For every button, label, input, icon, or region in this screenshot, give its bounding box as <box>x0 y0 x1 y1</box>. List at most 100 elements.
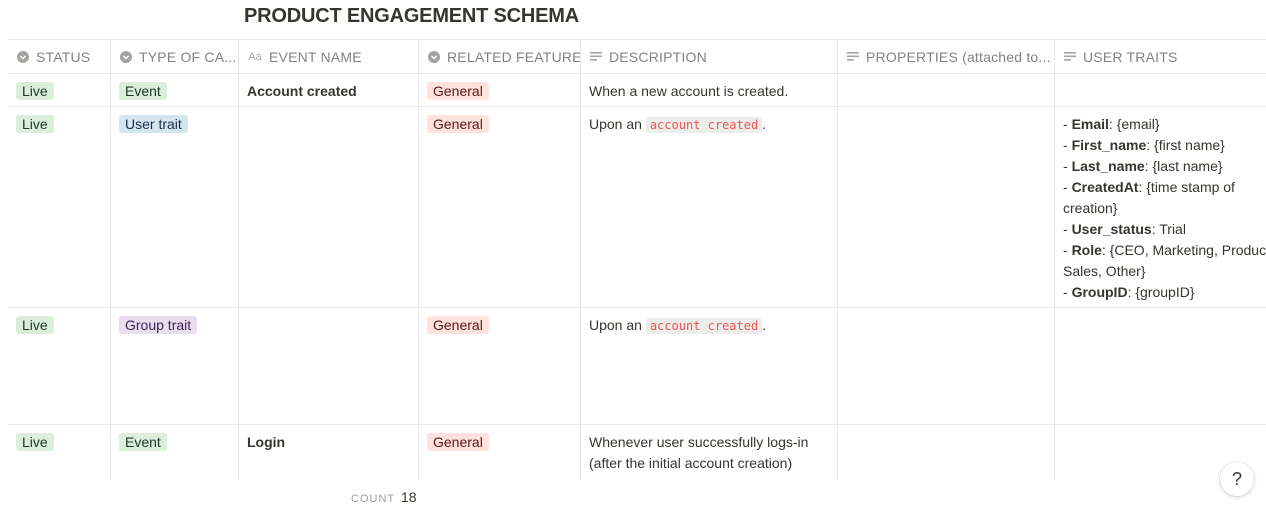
inline-code: account created <box>645 117 763 133</box>
status-tag: Live <box>16 115 54 133</box>
column-related-feature: RELATED FEATURE General General General … <box>419 40 581 480</box>
table-cell-status[interactable]: Live <box>8 425 110 480</box>
column-header-label: USER TRAITS <box>1083 48 1178 65</box>
type-tag: Group trait <box>119 316 198 334</box>
table-cell-type[interactable]: User trait <box>111 107 238 308</box>
select-property-icon <box>427 50 441 64</box>
column-header-event-name[interactable]: Aa EVENT NAME <box>239 40 418 74</box>
table-cell-user-traits[interactable] <box>1055 74 1266 107</box>
trait-key: CreatedAt <box>1071 179 1139 195</box>
trait-line: - User_status: Trial <box>1063 221 1186 237</box>
trait-line: - Role: {CEO, Marketing, Produc <box>1063 242 1266 258</box>
trait-line-continued: creation} <box>1063 200 1118 216</box>
column-header-status[interactable]: STATUS <box>8 40 110 74</box>
table-cell-user-traits[interactable]: - Email: {email} - First_name: {first na… <box>1055 107 1266 308</box>
column-header-label: RELATED FEATURE <box>447 48 580 65</box>
trait-value: : {email} <box>1108 116 1160 132</box>
table-cell-feature[interactable]: General <box>419 74 580 107</box>
table-cell-type[interactable]: Group trait <box>111 308 238 425</box>
table-cell-type[interactable]: Event <box>111 425 238 480</box>
table-cell-description[interactable]: When a new account is created. <box>581 74 837 107</box>
table-cell-feature[interactable]: General <box>419 425 580 480</box>
table-cell-properties[interactable] <box>838 74 1054 107</box>
column-header-description[interactable]: DESCRIPTION <box>581 40 837 74</box>
feature-tag: General <box>427 115 489 133</box>
trait-value: : {CEO, Marketing, Produc <box>1101 242 1266 258</box>
select-property-icon <box>16 50 30 64</box>
status-tag: Live <box>16 82 54 100</box>
column-status: STATUS Live Live Live Live <box>8 40 111 480</box>
trait-line: - Last_name: {last name} <box>1063 158 1223 174</box>
text-property-icon <box>589 50 603 64</box>
table-cell-properties[interactable] <box>838 107 1054 308</box>
feature-tag: General <box>427 433 489 451</box>
feature-tag: General <box>427 82 489 100</box>
trait-key: Last_name <box>1071 158 1145 174</box>
title-property-icon: Aa <box>248 50 262 63</box>
column-description: DESCRIPTION When a new account is create… <box>581 40 838 480</box>
column-type: TYPE OF CA... Event User trait Group tra… <box>111 40 239 480</box>
status-tag: Live <box>16 316 54 334</box>
trait-value: : {last name} <box>1144 158 1223 174</box>
inline-code: account created <box>645 318 763 334</box>
table-cell-event-name[interactable]: Login <box>239 425 418 480</box>
trait-key: Role <box>1071 242 1102 258</box>
trait-line: - First_name: {first name} <box>1063 137 1225 153</box>
table-cell-properties[interactable] <box>838 308 1054 425</box>
trait-value: : {groupID} <box>1127 284 1195 300</box>
trait-value: : {time stamp of <box>1138 179 1235 195</box>
table-cell-type[interactable]: Event <box>111 74 238 107</box>
type-tag: User trait <box>119 115 188 133</box>
table-cell-event-name[interactable] <box>239 107 418 308</box>
trait-line: - GroupID: {groupID} <box>1063 284 1195 300</box>
column-header-label: PROPERTIES (attached to... <box>866 48 1051 65</box>
table-cell-feature[interactable]: General <box>419 107 580 308</box>
description-line: Whenever user successfully logs-in <box>589 434 809 450</box>
trait-value: : {first name} <box>1146 137 1225 153</box>
table-cell-feature[interactable]: General <box>419 308 580 425</box>
column-header-label: STATUS <box>36 48 91 65</box>
page-title: PRODUCT ENGAGEMENT SCHEMA <box>244 5 580 27</box>
column-header-user-traits[interactable]: USER TRAITS <box>1055 40 1266 74</box>
trait-key: First_name <box>1071 137 1147 153</box>
trait-line: - Email: {email} <box>1063 116 1160 132</box>
column-header-properties[interactable]: PROPERTIES (attached to... <box>838 40 1054 74</box>
description-text: . <box>762 116 767 132</box>
status-tag: Live <box>16 433 54 451</box>
type-tag: Event <box>119 82 167 100</box>
column-user-traits: USER TRAITS - Email: {email} - First_nam… <box>1055 40 1266 480</box>
trait-line: - CreatedAt: {time stamp of <box>1063 179 1235 195</box>
table-cell-description[interactable]: Upon an account created. <box>581 107 837 308</box>
table-cell-status[interactable]: Live <box>8 308 110 425</box>
table-cell-event-name[interactable]: Account created <box>239 74 418 107</box>
description-text: . <box>762 317 767 333</box>
table-cell-description[interactable]: Whenever user successfully logs-in (afte… <box>581 425 837 480</box>
help-button[interactable]: ? <box>1220 462 1254 496</box>
trait-value: : Trial <box>1151 221 1186 237</box>
description-text: Upon an <box>589 317 646 333</box>
type-tag: Event <box>119 433 167 451</box>
column-header-related-feature[interactable]: RELATED FEATURE <box>419 40 580 74</box>
trait-key: GroupID <box>1071 284 1128 300</box>
text-property-icon <box>1063 50 1077 64</box>
select-property-icon <box>119 50 133 64</box>
text-property-icon <box>846 50 860 64</box>
description-line: (after the initial account creation) <box>589 455 793 471</box>
trait-line-continued: Sales, Other} <box>1063 263 1146 279</box>
table-cell-status[interactable]: Live <box>8 74 110 107</box>
trait-key: Email <box>1071 116 1109 132</box>
table-cell-status[interactable]: Live <box>8 107 110 308</box>
feature-tag: General <box>427 316 489 334</box>
table-cell-event-name[interactable] <box>239 308 418 425</box>
description-text: Upon an <box>589 116 646 132</box>
column-header-label: TYPE OF CA... <box>139 48 237 65</box>
trait-key: User_status <box>1071 221 1152 237</box>
count-label: COUNT <box>351 493 395 505</box>
table-cell-properties[interactable] <box>838 425 1054 480</box>
column-header-type[interactable]: TYPE OF CA... <box>111 40 238 74</box>
column-event-name: Aa EVENT NAME Account created Login <box>239 40 419 480</box>
column-header-label: EVENT NAME <box>269 48 362 65</box>
table-cell-user-traits[interactable] <box>1055 308 1266 425</box>
table-cell-description[interactable]: Upon an account created. <box>581 308 837 425</box>
column-properties: PROPERTIES (attached to... <box>838 40 1055 480</box>
